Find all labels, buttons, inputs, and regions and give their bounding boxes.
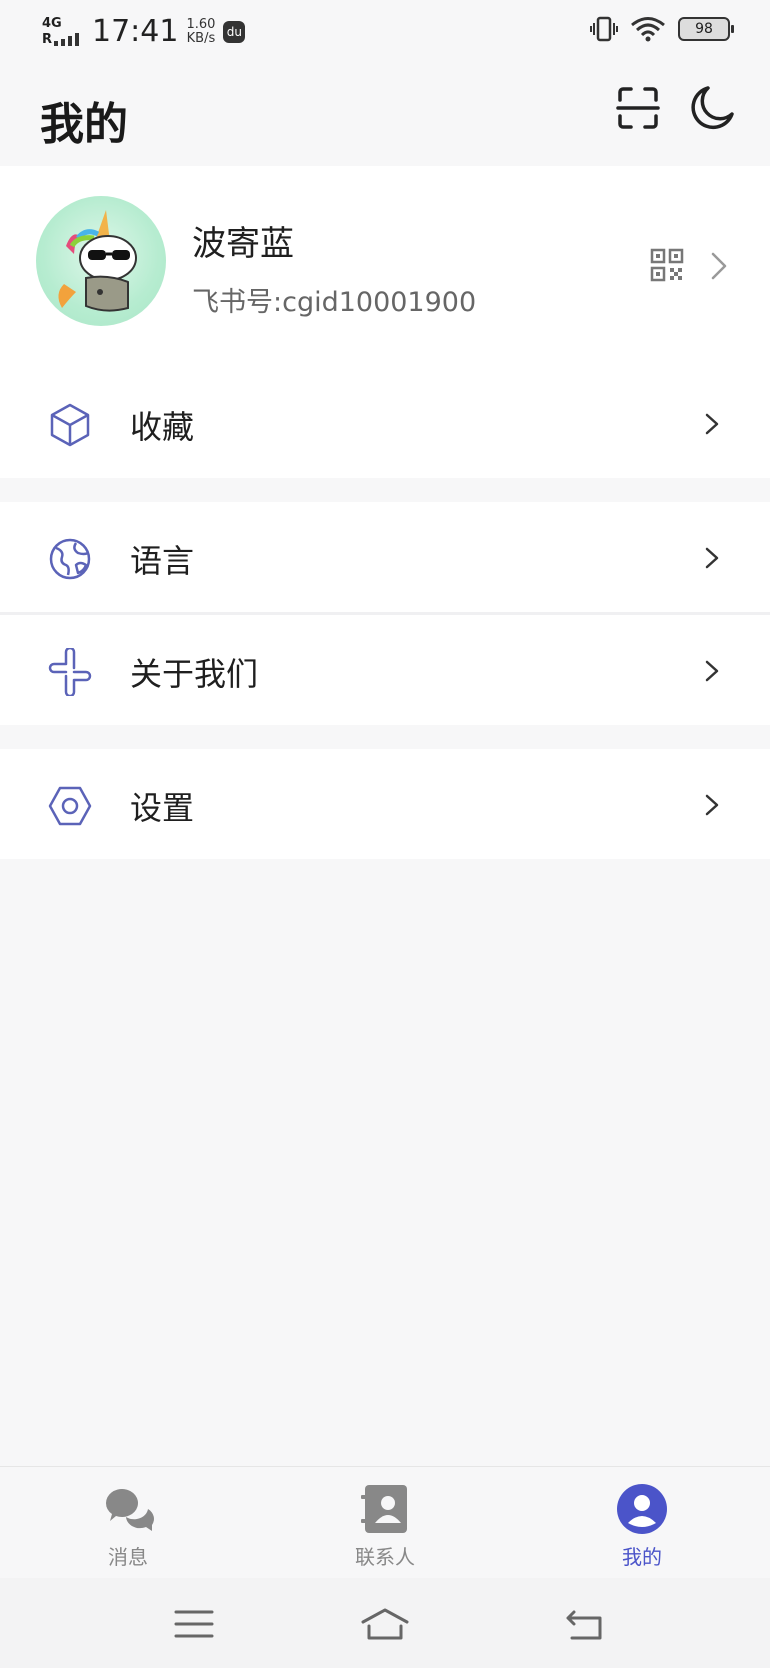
theme-toggle-button[interactable]: [688, 84, 736, 132]
menu-item-label: 语言: [130, 542, 195, 580]
tab-label: 我的: [622, 1545, 662, 1569]
globe-icon: [49, 538, 91, 580]
home-icon[interactable]: [361, 1604, 409, 1644]
person-icon: [617, 1484, 667, 1534]
page-title: 我的: [40, 99, 128, 150]
signal-icon: [54, 32, 80, 46]
hexagon-gear-icon: [48, 786, 92, 826]
page-header: 我的: [0, 60, 770, 166]
tab-label: 联系人: [355, 1545, 415, 1569]
tab-label: 消息: [108, 1545, 148, 1569]
network-type: 4G: [42, 16, 62, 31]
vibrate-icon: [590, 16, 618, 42]
chevron-right-icon: [711, 252, 727, 280]
clock: 17:41: [92, 14, 179, 49]
menu-item-label: 收藏: [130, 408, 195, 446]
roaming-indicator: R: [42, 32, 53, 47]
user-id: 飞书号:cgid10001900: [192, 287, 477, 318]
chevron-right-icon: [705, 413, 719, 435]
moon-icon: [691, 86, 734, 130]
menu-icon[interactable]: [170, 1604, 218, 1644]
qr-code-button[interactable]: [650, 248, 684, 282]
wifi-icon: [631, 17, 665, 42]
cube-icon: [50, 403, 90, 447]
pinwheel-icon: [48, 648, 92, 696]
app-icon-text: du: [226, 24, 243, 39]
tab-me[interactable]: 我的: [542, 1467, 742, 1579]
tab-messages[interactable]: 消息: [28, 1467, 228, 1579]
menu-item-label: 设置: [130, 789, 195, 827]
back-icon[interactable]: [562, 1604, 610, 1644]
battery-indicator: 98: [678, 17, 734, 41]
menu-item-settings[interactable]: 设置: [0, 749, 770, 859]
network-speed: 1.60 KB/s: [186, 16, 216, 46]
scan-icon: [616, 87, 660, 129]
chat-bubbles-icon: [105, 1489, 154, 1531]
chevron-right-icon: [705, 660, 719, 682]
system-navigation-bar: [0, 1578, 770, 1668]
tab-contacts[interactable]: 联系人: [285, 1467, 485, 1579]
speed-unit: KB/s: [186, 30, 216, 46]
chevron-right-icon: [705, 794, 719, 816]
user-name: 波寄蓝: [192, 224, 294, 264]
contacts-book-icon: [361, 1485, 407, 1533]
menu-item-favorites[interactable]: 收藏: [0, 368, 770, 478]
menu-item-label: 关于我们: [130, 655, 259, 693]
menu-item-about-us[interactable]: 关于我们: [0, 615, 770, 725]
app-notification-icon: du: [223, 20, 246, 43]
bottom-tab-bar: 消息 联系人 我的: [0, 1466, 770, 1579]
unicorn-avatar-icon: [58, 210, 137, 312]
scan-button[interactable]: [614, 84, 662, 132]
qr-code-icon: [650, 248, 684, 282]
avatar[interactable]: [36, 196, 166, 326]
speed-value: 1.60: [186, 16, 216, 32]
network-indicator: 4G R: [42, 17, 84, 46]
chevron-right-icon: [705, 547, 719, 569]
menu-item-language[interactable]: 语言: [0, 502, 770, 612]
status-bar: 4G R 17:41 1.60 KB/s du 98: [0, 0, 770, 60]
